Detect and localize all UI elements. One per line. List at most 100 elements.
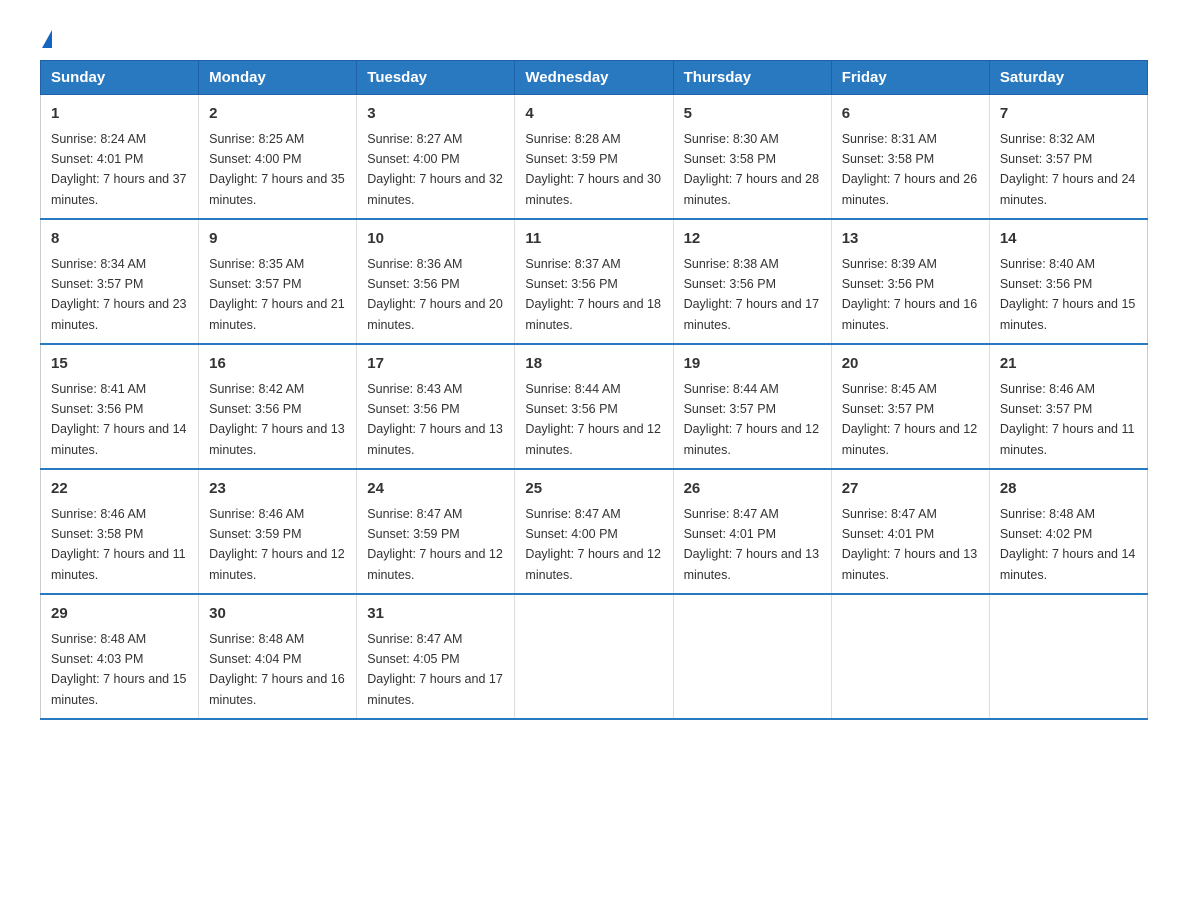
day-info: Sunrise: 8:46 AMSunset: 3:57 PMDaylight:… xyxy=(1000,382,1135,457)
weekday-header-friday: Friday xyxy=(831,61,989,95)
day-info: Sunrise: 8:44 AMSunset: 3:57 PMDaylight:… xyxy=(684,382,820,457)
calendar-table: SundayMondayTuesdayWednesdayThursdayFrid… xyxy=(40,60,1148,720)
day-number: 19 xyxy=(684,353,821,376)
calendar-day-cell: 5 Sunrise: 8:30 AMSunset: 3:58 PMDaylight… xyxy=(673,95,831,220)
weekday-header-sunday: Sunday xyxy=(41,61,199,95)
day-number: 10 xyxy=(367,228,504,251)
weekday-header-wednesday: Wednesday xyxy=(515,61,673,95)
day-info: Sunrise: 8:35 AMSunset: 3:57 PMDaylight:… xyxy=(209,257,345,332)
weekday-header-thursday: Thursday xyxy=(673,61,831,95)
day-info: Sunrise: 8:47 AMSunset: 4:05 PMDaylight:… xyxy=(367,632,503,707)
day-info: Sunrise: 8:31 AMSunset: 3:58 PMDaylight:… xyxy=(842,132,978,207)
calendar-day-cell: 16 Sunrise: 8:42 AMSunset: 3:56 PMDayligh… xyxy=(199,344,357,469)
day-number: 14 xyxy=(1000,228,1137,251)
day-info: Sunrise: 8:38 AMSunset: 3:56 PMDaylight:… xyxy=(684,257,820,332)
day-number: 8 xyxy=(51,228,188,251)
day-number: 25 xyxy=(525,478,662,501)
calendar-day-cell: 30 Sunrise: 8:48 AMSunset: 4:04 PMDayligh… xyxy=(199,594,357,719)
day-number: 7 xyxy=(1000,103,1137,126)
weekday-header-row: SundayMondayTuesdayWednesdayThursdayFrid… xyxy=(41,61,1148,95)
calendar-week-row: 8 Sunrise: 8:34 AMSunset: 3:57 PMDaylight… xyxy=(41,219,1148,344)
day-info: Sunrise: 8:32 AMSunset: 3:57 PMDaylight:… xyxy=(1000,132,1136,207)
day-info: Sunrise: 8:47 AMSunset: 4:00 PMDaylight:… xyxy=(525,507,661,582)
calendar-day-cell: 31 Sunrise: 8:47 AMSunset: 4:05 PMDayligh… xyxy=(357,594,515,719)
day-number: 29 xyxy=(51,603,188,626)
day-number: 16 xyxy=(209,353,346,376)
page-header xyxy=(40,30,1148,40)
day-number: 28 xyxy=(1000,478,1137,501)
weekday-header-saturday: Saturday xyxy=(989,61,1147,95)
day-number: 9 xyxy=(209,228,346,251)
calendar-day-cell: 9 Sunrise: 8:35 AMSunset: 3:57 PMDaylight… xyxy=(199,219,357,344)
day-number: 20 xyxy=(842,353,979,376)
day-number: 1 xyxy=(51,103,188,126)
calendar-day-cell xyxy=(673,594,831,719)
calendar-day-cell: 24 Sunrise: 8:47 AMSunset: 3:59 PMDayligh… xyxy=(357,469,515,594)
calendar-day-cell: 19 Sunrise: 8:44 AMSunset: 3:57 PMDayligh… xyxy=(673,344,831,469)
day-info: Sunrise: 8:37 AMSunset: 3:56 PMDaylight:… xyxy=(525,257,661,332)
day-info: Sunrise: 8:41 AMSunset: 3:56 PMDaylight:… xyxy=(51,382,187,457)
day-info: Sunrise: 8:30 AMSunset: 3:58 PMDaylight:… xyxy=(684,132,820,207)
calendar-day-cell: 12 Sunrise: 8:38 AMSunset: 3:56 PMDayligh… xyxy=(673,219,831,344)
day-info: Sunrise: 8:46 AMSunset: 3:59 PMDaylight:… xyxy=(209,507,345,582)
calendar-day-cell: 22 Sunrise: 8:46 AMSunset: 3:58 PMDayligh… xyxy=(41,469,199,594)
day-number: 5 xyxy=(684,103,821,126)
calendar-day-cell: 3 Sunrise: 8:27 AMSunset: 4:00 PMDaylight… xyxy=(357,95,515,220)
day-info: Sunrise: 8:27 AMSunset: 4:00 PMDaylight:… xyxy=(367,132,503,207)
logo-triangle-icon xyxy=(42,30,52,48)
day-number: 30 xyxy=(209,603,346,626)
calendar-day-cell: 14 Sunrise: 8:40 AMSunset: 3:56 PMDayligh… xyxy=(989,219,1147,344)
day-info: Sunrise: 8:28 AMSunset: 3:59 PMDaylight:… xyxy=(525,132,661,207)
day-number: 6 xyxy=(842,103,979,126)
calendar-day-cell: 10 Sunrise: 8:36 AMSunset: 3:56 PMDayligh… xyxy=(357,219,515,344)
day-number: 18 xyxy=(525,353,662,376)
calendar-day-cell: 6 Sunrise: 8:31 AMSunset: 3:58 PMDaylight… xyxy=(831,95,989,220)
calendar-day-cell: 17 Sunrise: 8:43 AMSunset: 3:56 PMDayligh… xyxy=(357,344,515,469)
day-info: Sunrise: 8:48 AMSunset: 4:04 PMDaylight:… xyxy=(209,632,345,707)
calendar-day-cell: 13 Sunrise: 8:39 AMSunset: 3:56 PMDayligh… xyxy=(831,219,989,344)
calendar-day-cell: 25 Sunrise: 8:47 AMSunset: 4:00 PMDayligh… xyxy=(515,469,673,594)
day-info: Sunrise: 8:44 AMSunset: 3:56 PMDaylight:… xyxy=(525,382,661,457)
calendar-week-row: 22 Sunrise: 8:46 AMSunset: 3:58 PMDayligh… xyxy=(41,469,1148,594)
calendar-day-cell: 18 Sunrise: 8:44 AMSunset: 3:56 PMDayligh… xyxy=(515,344,673,469)
weekday-header-tuesday: Tuesday xyxy=(357,61,515,95)
day-number: 31 xyxy=(367,603,504,626)
calendar-day-cell: 29 Sunrise: 8:48 AMSunset: 4:03 PMDayligh… xyxy=(41,594,199,719)
calendar-day-cell: 7 Sunrise: 8:32 AMSunset: 3:57 PMDaylight… xyxy=(989,95,1147,220)
day-info: Sunrise: 8:34 AMSunset: 3:57 PMDaylight:… xyxy=(51,257,187,332)
calendar-day-cell: 27Sunrise: 8:47 AMSunset: 4:01 PMDayligh… xyxy=(831,469,989,594)
weekday-header-monday: Monday xyxy=(199,61,357,95)
day-number: 22 xyxy=(51,478,188,501)
day-number: 17 xyxy=(367,353,504,376)
day-number: 15 xyxy=(51,353,188,376)
day-info: Sunrise: 8:39 AMSunset: 3:56 PMDaylight:… xyxy=(842,257,978,332)
day-info: Sunrise: 8:25 AMSunset: 4:00 PMDaylight:… xyxy=(209,132,345,207)
calendar-day-cell: 15 Sunrise: 8:41 AMSunset: 3:56 PMDayligh… xyxy=(41,344,199,469)
day-number: 2 xyxy=(209,103,346,126)
calendar-day-cell: 23 Sunrise: 8:46 AMSunset: 3:59 PMDayligh… xyxy=(199,469,357,594)
day-number: 11 xyxy=(525,228,662,251)
day-info: Sunrise: 8:46 AMSunset: 3:58 PMDaylight:… xyxy=(51,507,186,582)
logo xyxy=(40,30,52,40)
day-number: 23 xyxy=(209,478,346,501)
day-number: 26 xyxy=(684,478,821,501)
day-number: 24 xyxy=(367,478,504,501)
calendar-day-cell: 1Sunrise: 8:24 AMSunset: 4:01 PMDaylight… xyxy=(41,95,199,220)
day-info: Sunrise: 8:36 AMSunset: 3:56 PMDaylight:… xyxy=(367,257,503,332)
day-info: Sunrise: 8:40 AMSunset: 3:56 PMDaylight:… xyxy=(1000,257,1136,332)
day-number: 3 xyxy=(367,103,504,126)
calendar-day-cell: 11 Sunrise: 8:37 AMSunset: 3:56 PMDayligh… xyxy=(515,219,673,344)
calendar-day-cell: 28 Sunrise: 8:48 AMSunset: 4:02 PMDayligh… xyxy=(989,469,1147,594)
day-info: Sunrise: 8:48 AMSunset: 4:03 PMDaylight:… xyxy=(51,632,187,707)
calendar-day-cell: 8 Sunrise: 8:34 AMSunset: 3:57 PMDaylight… xyxy=(41,219,199,344)
calendar-day-cell: 21Sunrise: 8:46 AMSunset: 3:57 PMDayligh… xyxy=(989,344,1147,469)
day-number: 13 xyxy=(842,228,979,251)
calendar-week-row: 1Sunrise: 8:24 AMSunset: 4:01 PMDaylight… xyxy=(41,95,1148,220)
day-info: Sunrise: 8:42 AMSunset: 3:56 PMDaylight:… xyxy=(209,382,345,457)
calendar-week-row: 29 Sunrise: 8:48 AMSunset: 4:03 PMDayligh… xyxy=(41,594,1148,719)
calendar-day-cell xyxy=(831,594,989,719)
day-number: 12 xyxy=(684,228,821,251)
day-info: Sunrise: 8:47 AMSunset: 3:59 PMDaylight:… xyxy=(367,507,503,582)
day-info: Sunrise: 8:48 AMSunset: 4:02 PMDaylight:… xyxy=(1000,507,1136,582)
day-info: Sunrise: 8:43 AMSunset: 3:56 PMDaylight:… xyxy=(367,382,503,457)
